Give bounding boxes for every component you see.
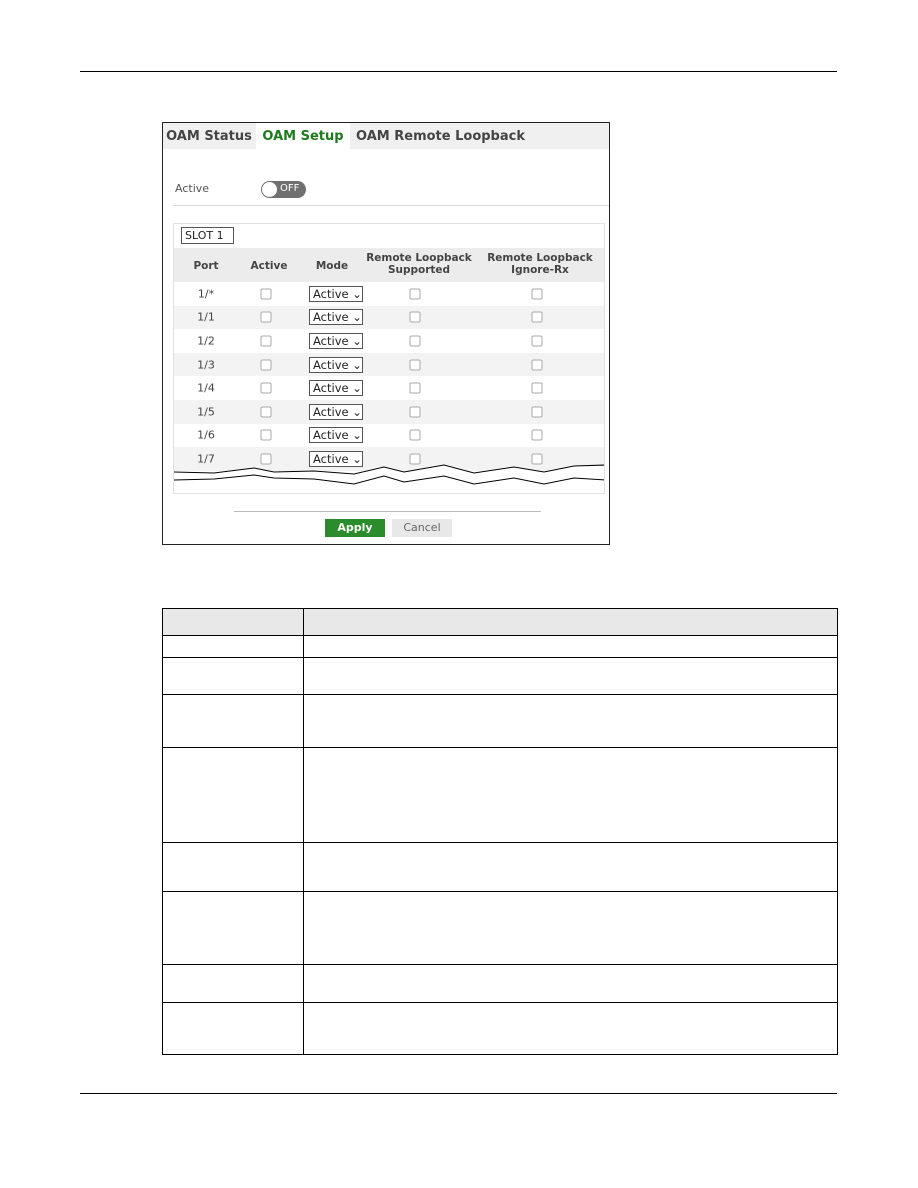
header-rule bbox=[80, 71, 837, 72]
remote-loopback-ignore-rx-checkbox[interactable] bbox=[531, 382, 543, 394]
active-checkbox[interactable] bbox=[260, 382, 272, 394]
table-row bbox=[162, 635, 838, 658]
port-cell: 1/* bbox=[197, 287, 215, 301]
port-cell: 1/2 bbox=[197, 334, 215, 348]
col-remote-loopback-supported: Remote Loopback Supported bbox=[366, 252, 472, 276]
mode-select[interactable]: Active ⌄ bbox=[309, 427, 363, 444]
mode-select[interactable]: Active ⌄ bbox=[309, 380, 363, 397]
port-cell: 1/1 bbox=[197, 310, 215, 324]
port-cell: 1/6 bbox=[197, 428, 215, 442]
mode-value: Active bbox=[313, 428, 349, 443]
apply-button[interactable]: Apply bbox=[325, 519, 385, 537]
mode-value: Active bbox=[313, 381, 349, 396]
remote-loopback-ignore-rx-checkbox[interactable] bbox=[531, 359, 543, 371]
table-row: 1/5 Active ⌄ bbox=[174, 400, 604, 424]
table-row: 1/6 Active ⌄ bbox=[174, 423, 604, 448]
table-row: 1/3 Active ⌄ bbox=[174, 352, 604, 377]
remote-loopback-ignore-rx-checkbox[interactable] bbox=[531, 429, 543, 441]
chevron-down-icon: ⌄ bbox=[352, 286, 362, 301]
mode-value: Active bbox=[313, 357, 349, 372]
mode-select[interactable]: Active ⌄ bbox=[309, 403, 363, 420]
tab-oam-remote-loopback[interactable]: OAM Remote Loopback bbox=[353, 123, 528, 149]
remote-loopback-supported-checkbox[interactable] bbox=[409, 382, 421, 394]
slot-select-value: SLOT 1 bbox=[185, 229, 224, 242]
table-row: 1/1 Active ⌄ bbox=[174, 305, 604, 330]
port-cell: 1/5 bbox=[197, 405, 215, 419]
tab-oam-setup[interactable]: OAM Setup bbox=[256, 123, 350, 149]
cancel-button[interactable]: Cancel bbox=[392, 519, 452, 537]
oam-setup-screenshot: OAM Status OAM Setup OAM Remote Loopback… bbox=[162, 122, 610, 545]
remote-loopback-ignore-rx-checkbox[interactable] bbox=[531, 335, 543, 347]
table-row bbox=[162, 1002, 838, 1055]
port-table-panel: SLOT 1 ⌄ Port Active Mode Remote Loopbac… bbox=[173, 223, 605, 494]
active-checkbox[interactable] bbox=[260, 311, 272, 323]
table-row bbox=[162, 842, 838, 892]
table-row bbox=[162, 747, 838, 843]
col-remote-loopback-ignore-rx: Remote Loopback Ignore-Rx bbox=[487, 252, 593, 276]
mode-select[interactable]: Active ⌄ bbox=[309, 332, 363, 349]
active-checkbox[interactable] bbox=[260, 429, 272, 441]
tab-oam-status[interactable]: OAM Status bbox=[163, 123, 255, 149]
toggle-state: OFF bbox=[280, 183, 300, 194]
chevron-down-icon: ⌄ bbox=[352, 428, 362, 443]
col-mode: Mode bbox=[315, 260, 349, 272]
table-row bbox=[162, 657, 838, 695]
remote-loopback-supported-checkbox[interactable] bbox=[409, 406, 421, 418]
table-header-row bbox=[162, 608, 838, 636]
col-port: Port bbox=[193, 260, 219, 272]
remote-loopback-supported-checkbox[interactable] bbox=[409, 359, 421, 371]
divider bbox=[234, 511, 541, 512]
active-checkbox[interactable] bbox=[260, 359, 272, 371]
description-table bbox=[162, 608, 838, 1055]
chevron-down-icon: ⌄ bbox=[352, 357, 362, 372]
mode-value: Active bbox=[313, 286, 349, 301]
table-row: 1/2 Active ⌄ bbox=[174, 329, 604, 353]
remote-loopback-supported-checkbox[interactable] bbox=[409, 429, 421, 441]
port-cell: 1/4 bbox=[197, 381, 215, 395]
table-header: Port Active Mode Remote Loopback Support… bbox=[174, 248, 604, 282]
remote-loopback-ignore-rx-checkbox[interactable] bbox=[531, 288, 543, 300]
active-toggle[interactable]: OFF bbox=[261, 181, 306, 198]
tab-bar: OAM Status OAM Setup OAM Remote Loopback bbox=[163, 123, 609, 149]
chevron-down-icon: ⌄ bbox=[352, 381, 362, 396]
mode-select[interactable]: Active ⌄ bbox=[309, 309, 363, 326]
remote-loopback-supported-checkbox[interactable] bbox=[409, 335, 421, 347]
table-row bbox=[162, 964, 838, 1003]
mode-select[interactable]: Active ⌄ bbox=[309, 356, 363, 373]
mode-value: Active bbox=[313, 404, 349, 419]
remote-loopback-supported-checkbox[interactable] bbox=[409, 288, 421, 300]
slot-select[interactable]: SLOT 1 ⌄ bbox=[181, 227, 234, 257]
remote-loopback-ignore-rx-checkbox[interactable] bbox=[531, 406, 543, 418]
col-active: Active bbox=[250, 260, 288, 272]
active-checkbox[interactable] bbox=[260, 406, 272, 418]
mode-value: Active bbox=[313, 310, 349, 325]
toggle-knob bbox=[262, 182, 277, 197]
active-label: Active bbox=[175, 182, 210, 195]
table-row: 1/4 Active ⌄ bbox=[174, 376, 604, 400]
divider bbox=[173, 205, 609, 206]
chevron-down-icon: ⌄ bbox=[352, 333, 362, 348]
mode-select[interactable]: Active ⌄ bbox=[309, 285, 363, 302]
break-line-icon bbox=[174, 464, 604, 485]
mode-value: Active bbox=[313, 333, 349, 348]
remote-loopback-ignore-rx-checkbox[interactable] bbox=[531, 311, 543, 323]
table-row bbox=[162, 891, 838, 965]
remote-loopback-supported-checkbox[interactable] bbox=[409, 311, 421, 323]
active-checkbox[interactable] bbox=[260, 288, 272, 300]
footer-rule bbox=[80, 1093, 837, 1094]
table-row bbox=[162, 694, 838, 748]
active-checkbox[interactable] bbox=[260, 335, 272, 347]
chevron-down-icon: ⌄ bbox=[352, 310, 362, 325]
port-cell: 1/3 bbox=[197, 358, 215, 372]
chevron-down-icon: ⌄ bbox=[352, 404, 362, 419]
table-row: 1/* Active ⌄ bbox=[174, 282, 604, 306]
